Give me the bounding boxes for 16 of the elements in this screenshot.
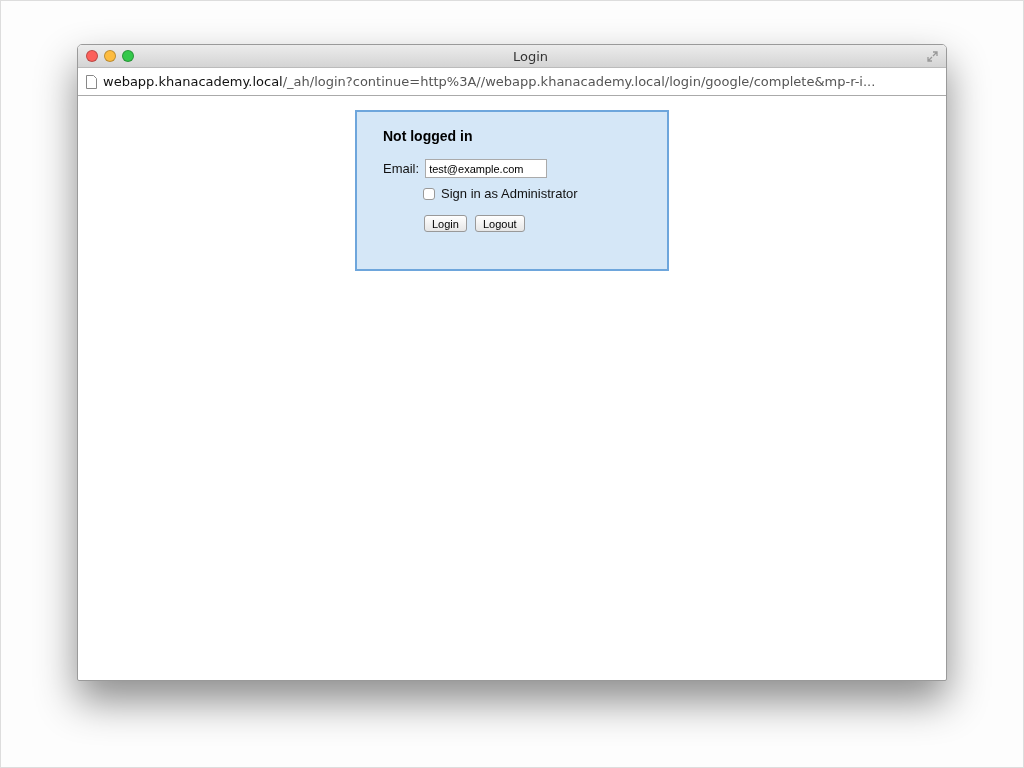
logout-button[interactable]: Logout bbox=[474, 215, 525, 232]
panel-heading: Not logged in bbox=[383, 128, 473, 144]
close-button[interactable] bbox=[86, 50, 98, 62]
zoom-button[interactable] bbox=[122, 50, 134, 62]
admin-checkbox[interactable] bbox=[423, 187, 435, 200]
url-path: /_ah/login?continue=http%3A//webapp.khanacademy.local/login/google/complete&mp-r-i... bbox=[282, 74, 876, 89]
login-button[interactable]: Login bbox=[424, 215, 467, 232]
email-field[interactable]: test@example.com bbox=[425, 159, 548, 178]
page-icon bbox=[86, 74, 97, 89]
minimize-button[interactable] bbox=[104, 50, 116, 62]
address-bar[interactable]: webapp.khanacademy.local/_ah/login?continue=http%3A//webapp.khanacademy.local/login/google/complete&mp-r-i... bbox=[78, 67, 946, 96]
url-host: webapp.khanacademy.local bbox=[103, 74, 283, 89]
window-title: Login bbox=[511, 48, 550, 64]
admin-checkbox-label: Sign in as Administrator bbox=[441, 186, 578, 201]
email-label: Email: bbox=[383, 161, 420, 176]
fullscreen-icon[interactable] bbox=[927, 50, 938, 62]
